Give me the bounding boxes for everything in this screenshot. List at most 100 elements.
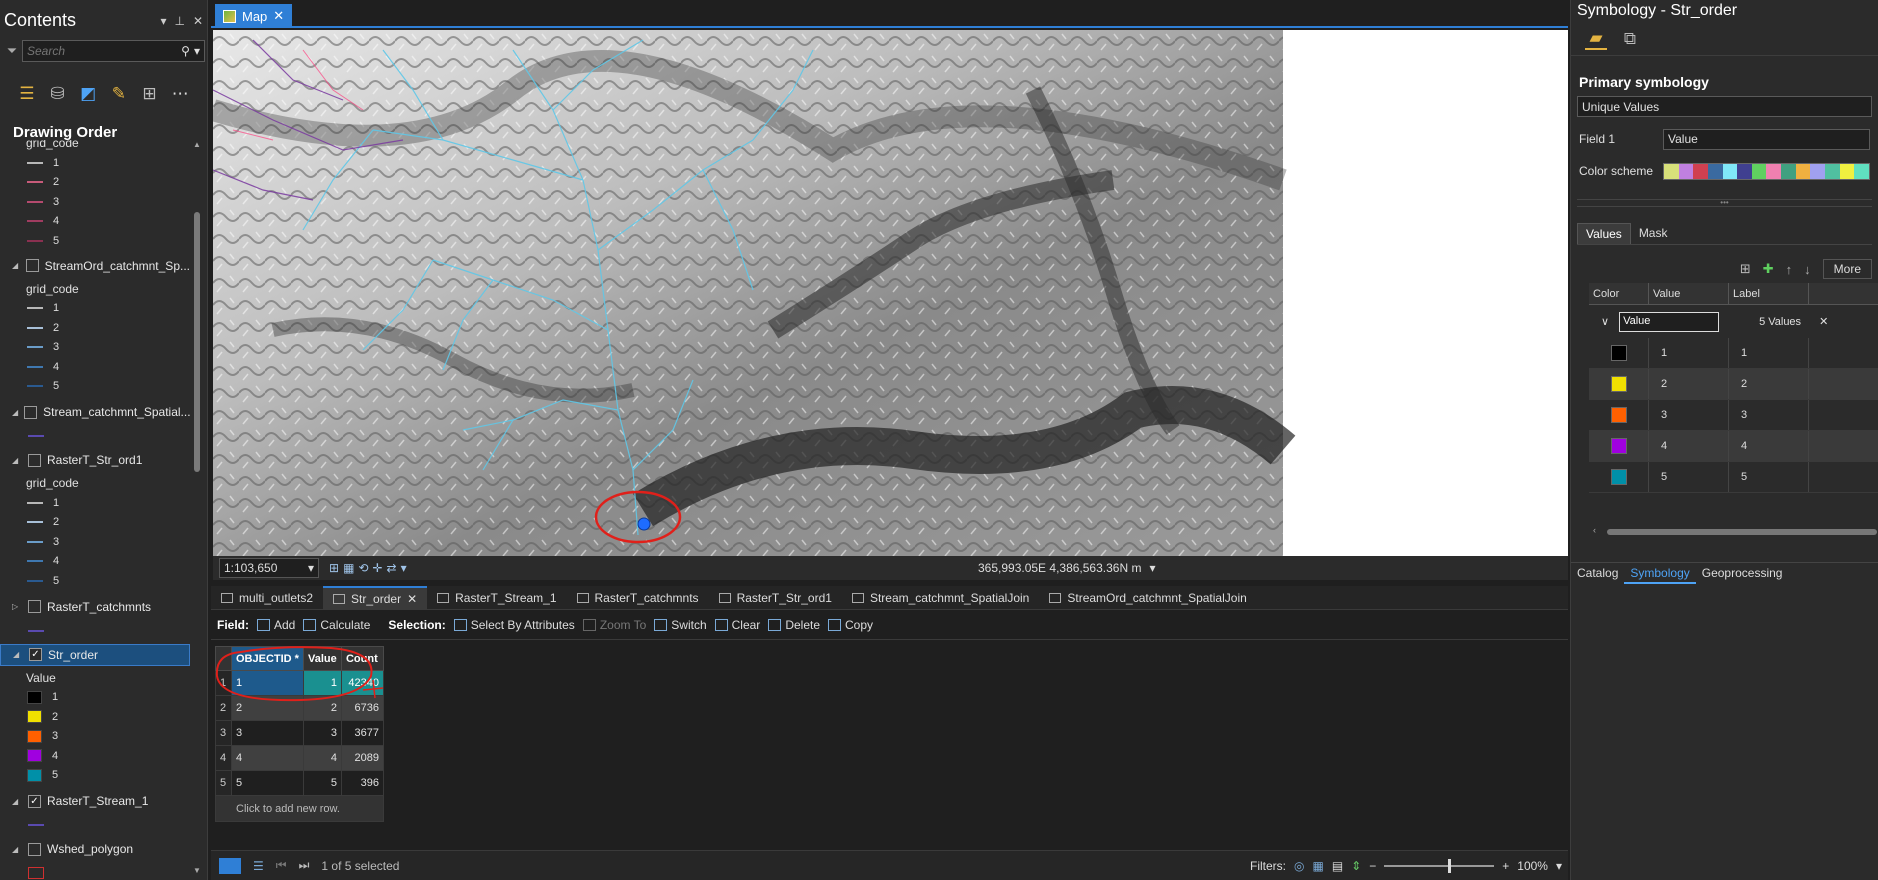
legend-class[interactable]: 2 (0, 173, 190, 193)
show-selected-records-icon[interactable]: ☰ (253, 859, 264, 873)
legend-class[interactable]: 4 (0, 357, 190, 377)
table-tab-rastert-str-ord1[interactable]: RasterT_Str_ord1 (709, 586, 842, 610)
value-swatch[interactable] (1610, 407, 1627, 423)
label-cell[interactable]: 1 (1729, 338, 1809, 368)
legend-line-symbol[interactable] (27, 365, 43, 368)
scroll-thumb[interactable] (194, 212, 200, 472)
symbology-tools-icon[interactable]: ⧉ (1619, 28, 1641, 50)
table-tab-multi-outlets2[interactable]: multi_outlets2 (211, 586, 323, 610)
row-header-corner[interactable] (215, 646, 232, 671)
grid-icon[interactable]: ▦ (343, 561, 354, 575)
layer-visibility-checkbox[interactable]: ✓ (28, 794, 41, 808)
calculate-field-button[interactable]: Calculate (303, 618, 370, 632)
legend-class[interactable]: 1 (0, 299, 190, 319)
pin-icon[interactable]: ⊥ (174, 14, 184, 40)
expand-layer-icon[interactable]: ◢ (12, 456, 22, 465)
legend-class[interactable]: 3 (0, 192, 190, 212)
legend-swatch[interactable] (27, 768, 42, 782)
value-row[interactable]: 44 (1589, 431, 1878, 462)
label-cell[interactable]: 3 (1729, 400, 1809, 430)
legend-line-symbol[interactable] (27, 326, 43, 329)
legend-line-symbol[interactable] (27, 385, 43, 388)
value-cell[interactable]: 4 (1649, 431, 1729, 461)
search-dropdown-icon[interactable]: ▾ (194, 44, 200, 58)
row-index[interactable]: 1 (215, 670, 232, 696)
legend-class[interactable]: 3 (0, 727, 190, 747)
value-row[interactable]: 11 (1589, 338, 1878, 369)
value-cell[interactable]: 3 (302, 720, 342, 746)
value-swatch[interactable] (1610, 469, 1627, 485)
move-down-icon[interactable]: ↓ (1804, 262, 1811, 277)
tab-catalog[interactable]: Catalog (1571, 563, 1624, 584)
value-cell[interactable]: 2 (302, 695, 342, 721)
value-color-cell[interactable] (1589, 338, 1649, 368)
objectid-cell[interactable]: 3 (231, 720, 304, 746)
scroll-down-icon[interactable]: ▼ (193, 866, 201, 875)
legend-line-symbol[interactable] (27, 540, 43, 543)
zoom-dropdown-icon[interactable]: ▾ (1556, 859, 1562, 873)
expand-layer-icon[interactable]: ◢ (12, 797, 22, 806)
legend-line-symbol[interactable] (27, 200, 43, 203)
layer-visibility-checkbox[interactable] (28, 600, 41, 613)
layer-visibility-checkbox[interactable] (25, 259, 39, 272)
value-cell[interactable]: 4 (302, 745, 342, 771)
show-all-records-icon[interactable] (219, 857, 241, 874)
tab-geoprocessing[interactable]: Geoprocessing (1696, 563, 1789, 584)
zoom-out-icon[interactable]: − (1369, 859, 1376, 873)
filter-extent-icon[interactable]: ◎ (1294, 859, 1304, 873)
value-color-cell[interactable] (1589, 431, 1649, 461)
value-color-cell[interactable] (1589, 462, 1649, 492)
value-color-cell[interactable] (1589, 369, 1649, 399)
legend-class[interactable]: 2 (0, 513, 190, 533)
copy-button[interactable]: Copy (828, 618, 873, 632)
more-button[interactable]: More (1822, 259, 1872, 279)
legend-swatch[interactable] (27, 749, 42, 763)
table-tab-stream-catchmnt-spatialjoin[interactable]: Stream_catchmnt_SpatialJoin (842, 586, 1039, 610)
add-all-values-icon[interactable]: ⊞ (1740, 261, 1751, 277)
select-by-attributes-button[interactable]: Select By Attributes (453, 618, 575, 632)
values-hscrollbar[interactable]: ‹ (1593, 525, 1878, 537)
map-canvas[interactable] (213, 30, 1568, 556)
tab-symbology[interactable]: Symbology (1624, 563, 1696, 584)
zoom-in-icon[interactable]: + (1502, 859, 1509, 873)
delete-button[interactable]: Delete (768, 618, 820, 632)
legend-class[interactable]: 5 (0, 377, 190, 397)
zoom-slider[interactable] (1384, 858, 1495, 873)
scale-dropdown-icon[interactable]: ▾ (308, 561, 314, 575)
legend-line-symbol[interactable] (27, 560, 43, 563)
legend-class[interactable]: 5 (0, 231, 190, 251)
clear-selection-button[interactable]: Clear (714, 618, 760, 632)
legend-swatch[interactable] (27, 729, 42, 743)
hscroll-thumb[interactable] (1607, 529, 1877, 535)
add-field-button[interactable]: Add (257, 618, 295, 632)
count-cell[interactable]: 6736 (340, 695, 384, 721)
add-row-hint[interactable]: Click to add new row. (215, 795, 384, 822)
list-by-selection-icon[interactable]: ◩ (79, 83, 97, 105)
list-by-snapping-icon[interactable]: ⊞ (141, 83, 159, 105)
legend-class[interactable]: 5 (0, 766, 190, 786)
search-icon[interactable]: ⚲ (181, 44, 190, 58)
layer-stream-catchmnt-spatial[interactable]: ◢ Stream_catchmnt_Spatial... (0, 401, 190, 423)
legend-class[interactable]: 5 (0, 571, 190, 591)
more-icon[interactable]: ⋯ (171, 83, 189, 105)
collapse-group-icon[interactable]: ∨ (1601, 315, 1609, 328)
legend-line-symbol[interactable] (27, 346, 43, 349)
legend-line-symbol[interactable] (27, 161, 43, 164)
polygon-outline-symbol[interactable] (28, 867, 44, 879)
line-symbol[interactable] (28, 435, 44, 437)
first-record-icon[interactable]: ⏮ (276, 858, 287, 873)
row-index[interactable]: 2 (215, 695, 232, 721)
filter-definition-icon[interactable]: ▤ (1332, 859, 1343, 873)
close-map-tab-icon[interactable]: ✕ (273, 8, 284, 24)
objectid-cell[interactable]: 1 (231, 670, 304, 696)
value-swatch[interactable] (1610, 438, 1627, 454)
legend-class[interactable]: 1 (0, 688, 190, 708)
snapping-icon[interactable]: ✛ (372, 561, 382, 575)
value-row[interactable]: 55 (1589, 462, 1878, 493)
layer-visibility-checkbox[interactable]: ✓ (29, 648, 42, 661)
table-tab-rastert-catchmnts[interactable]: RasterT_catchmnts (567, 586, 709, 610)
layer-streamord-catchmnt-sp[interactable]: ◢ StreamOrd_catchmnt_Sp... (0, 255, 190, 277)
list-by-data-source-icon[interactable]: ⛁ (49, 83, 67, 105)
color-scheme-dropdown[interactable] (1663, 162, 1870, 180)
table-tab-str-order[interactable]: Str_order ✕ (323, 585, 428, 610)
